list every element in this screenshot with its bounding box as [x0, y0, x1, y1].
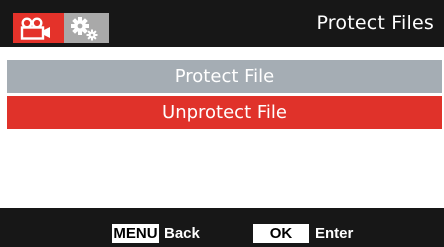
gears-icon: [71, 17, 98, 41]
menu-list: Protect File Unprotect File: [0, 52, 444, 208]
video-camera-icon: [20, 17, 50, 40]
menu-item-unprotect-file[interactable]: Unprotect File: [7, 96, 442, 129]
footer-bar: MENU Back OK Enter: [0, 208, 444, 247]
enter-hint-label: Enter: [315, 225, 354, 242]
menu-key-badge[interactable]: MENU: [112, 224, 159, 243]
header-bar: Protect Files: [0, 0, 444, 47]
ok-key-badge[interactable]: OK: [253, 224, 309, 243]
back-hint-label: Back: [164, 225, 200, 242]
tab-video-mode[interactable]: [13, 13, 64, 43]
dashcam-screen: Protect Files Protect File Unprotect Fil…: [0, 0, 444, 247]
menu-item-protect-file[interactable]: Protect File: [7, 60, 442, 93]
tab-settings[interactable]: [64, 13, 109, 43]
page-title: Protect Files: [316, 12, 434, 34]
